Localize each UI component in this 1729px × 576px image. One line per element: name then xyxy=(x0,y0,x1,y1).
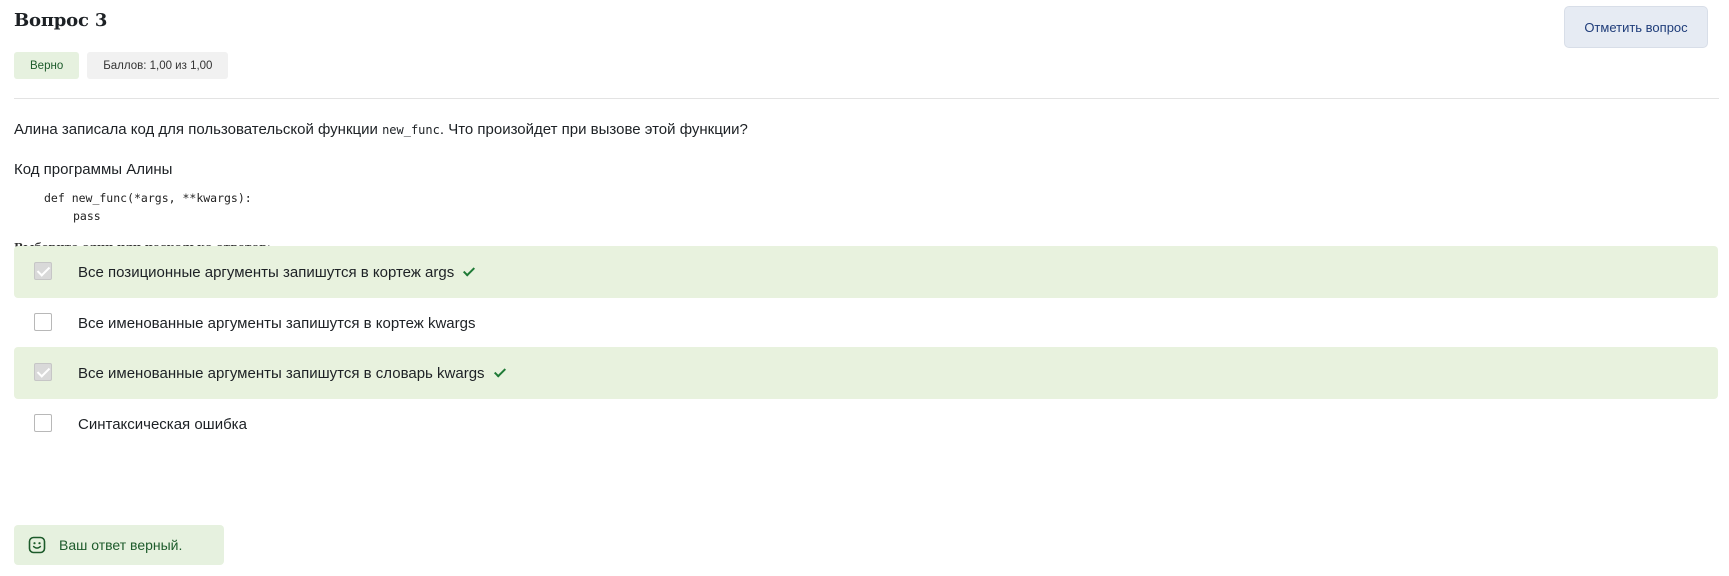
code-title: Код программы Алины xyxy=(14,161,173,178)
question-card: Вопрос 3 Отметить вопрос Верно Баллов: 1… xyxy=(14,0,1719,576)
code-block: def new_func(*args, **kwargs): pass xyxy=(44,189,252,225)
answer-option-1[interactable]: Все позиционные аргументы запишутся в ко… xyxy=(14,246,1718,298)
code-line-2: pass xyxy=(73,209,101,223)
grade-badge: Баллов: 1,00 из 1,00 xyxy=(87,52,229,79)
feedback-text: Ваш ответ верный. xyxy=(59,537,183,553)
answer-checkbox-3[interactable] xyxy=(34,363,52,381)
question-text-before: Алина записала код для пользовательской … xyxy=(14,121,383,138)
question-text: Алина записала код для пользовательской … xyxy=(14,121,748,138)
answer-label-1: Все позиционные аргументы запишутся в ко… xyxy=(78,264,476,281)
answer-label-3: Все именованные аргументы запишутся в сл… xyxy=(78,365,507,382)
answer-label-4: Синтаксическая ошибка xyxy=(78,416,247,433)
flag-question-button[interactable]: Отметить вопрос xyxy=(1564,6,1708,48)
divider xyxy=(14,98,1719,99)
answer-text-4: Синтаксическая ошибка xyxy=(78,415,247,433)
status-badge: Верно xyxy=(14,52,80,79)
correct-check-icon xyxy=(493,366,507,380)
feedback-box: Ваш ответ верный. xyxy=(14,525,224,565)
answer-checkbox-1[interactable] xyxy=(34,262,52,280)
answer-text-1: Все позиционные аргументы запишутся в ко… xyxy=(78,263,455,281)
answer-text-3: Все именованные аргументы запишутся в сл… xyxy=(78,364,485,382)
code-line-1: def new_func(*args, **kwargs): xyxy=(44,191,252,205)
answer-checkbox-2[interactable] xyxy=(34,313,52,331)
question-title: Вопрос 3 xyxy=(14,10,108,31)
answer-label-2: Все именованные аргументы запишутся в ко… xyxy=(78,315,475,332)
question-badges: Верно Баллов: 1,00 из 1,00 xyxy=(14,52,229,79)
answer-text-2: Все именованные аргументы запишутся в ко… xyxy=(78,314,476,332)
question-inline-code: new_func xyxy=(382,123,440,137)
smile-icon xyxy=(28,536,46,554)
question-text-after: . Что произойдет при вызове этой функции… xyxy=(439,121,748,138)
checkmark-icon xyxy=(36,263,51,277)
correct-check-icon xyxy=(462,265,476,279)
answer-option-4[interactable]: Синтаксическая ошибка xyxy=(14,398,1718,450)
answer-option-2[interactable]: Все именованные аргументы запишутся в ко… xyxy=(14,297,1718,349)
answer-checkbox-4[interactable] xyxy=(34,414,52,432)
checkmark-icon xyxy=(36,364,51,378)
answer-option-3[interactable]: Все именованные аргументы запишутся в сл… xyxy=(14,347,1718,399)
